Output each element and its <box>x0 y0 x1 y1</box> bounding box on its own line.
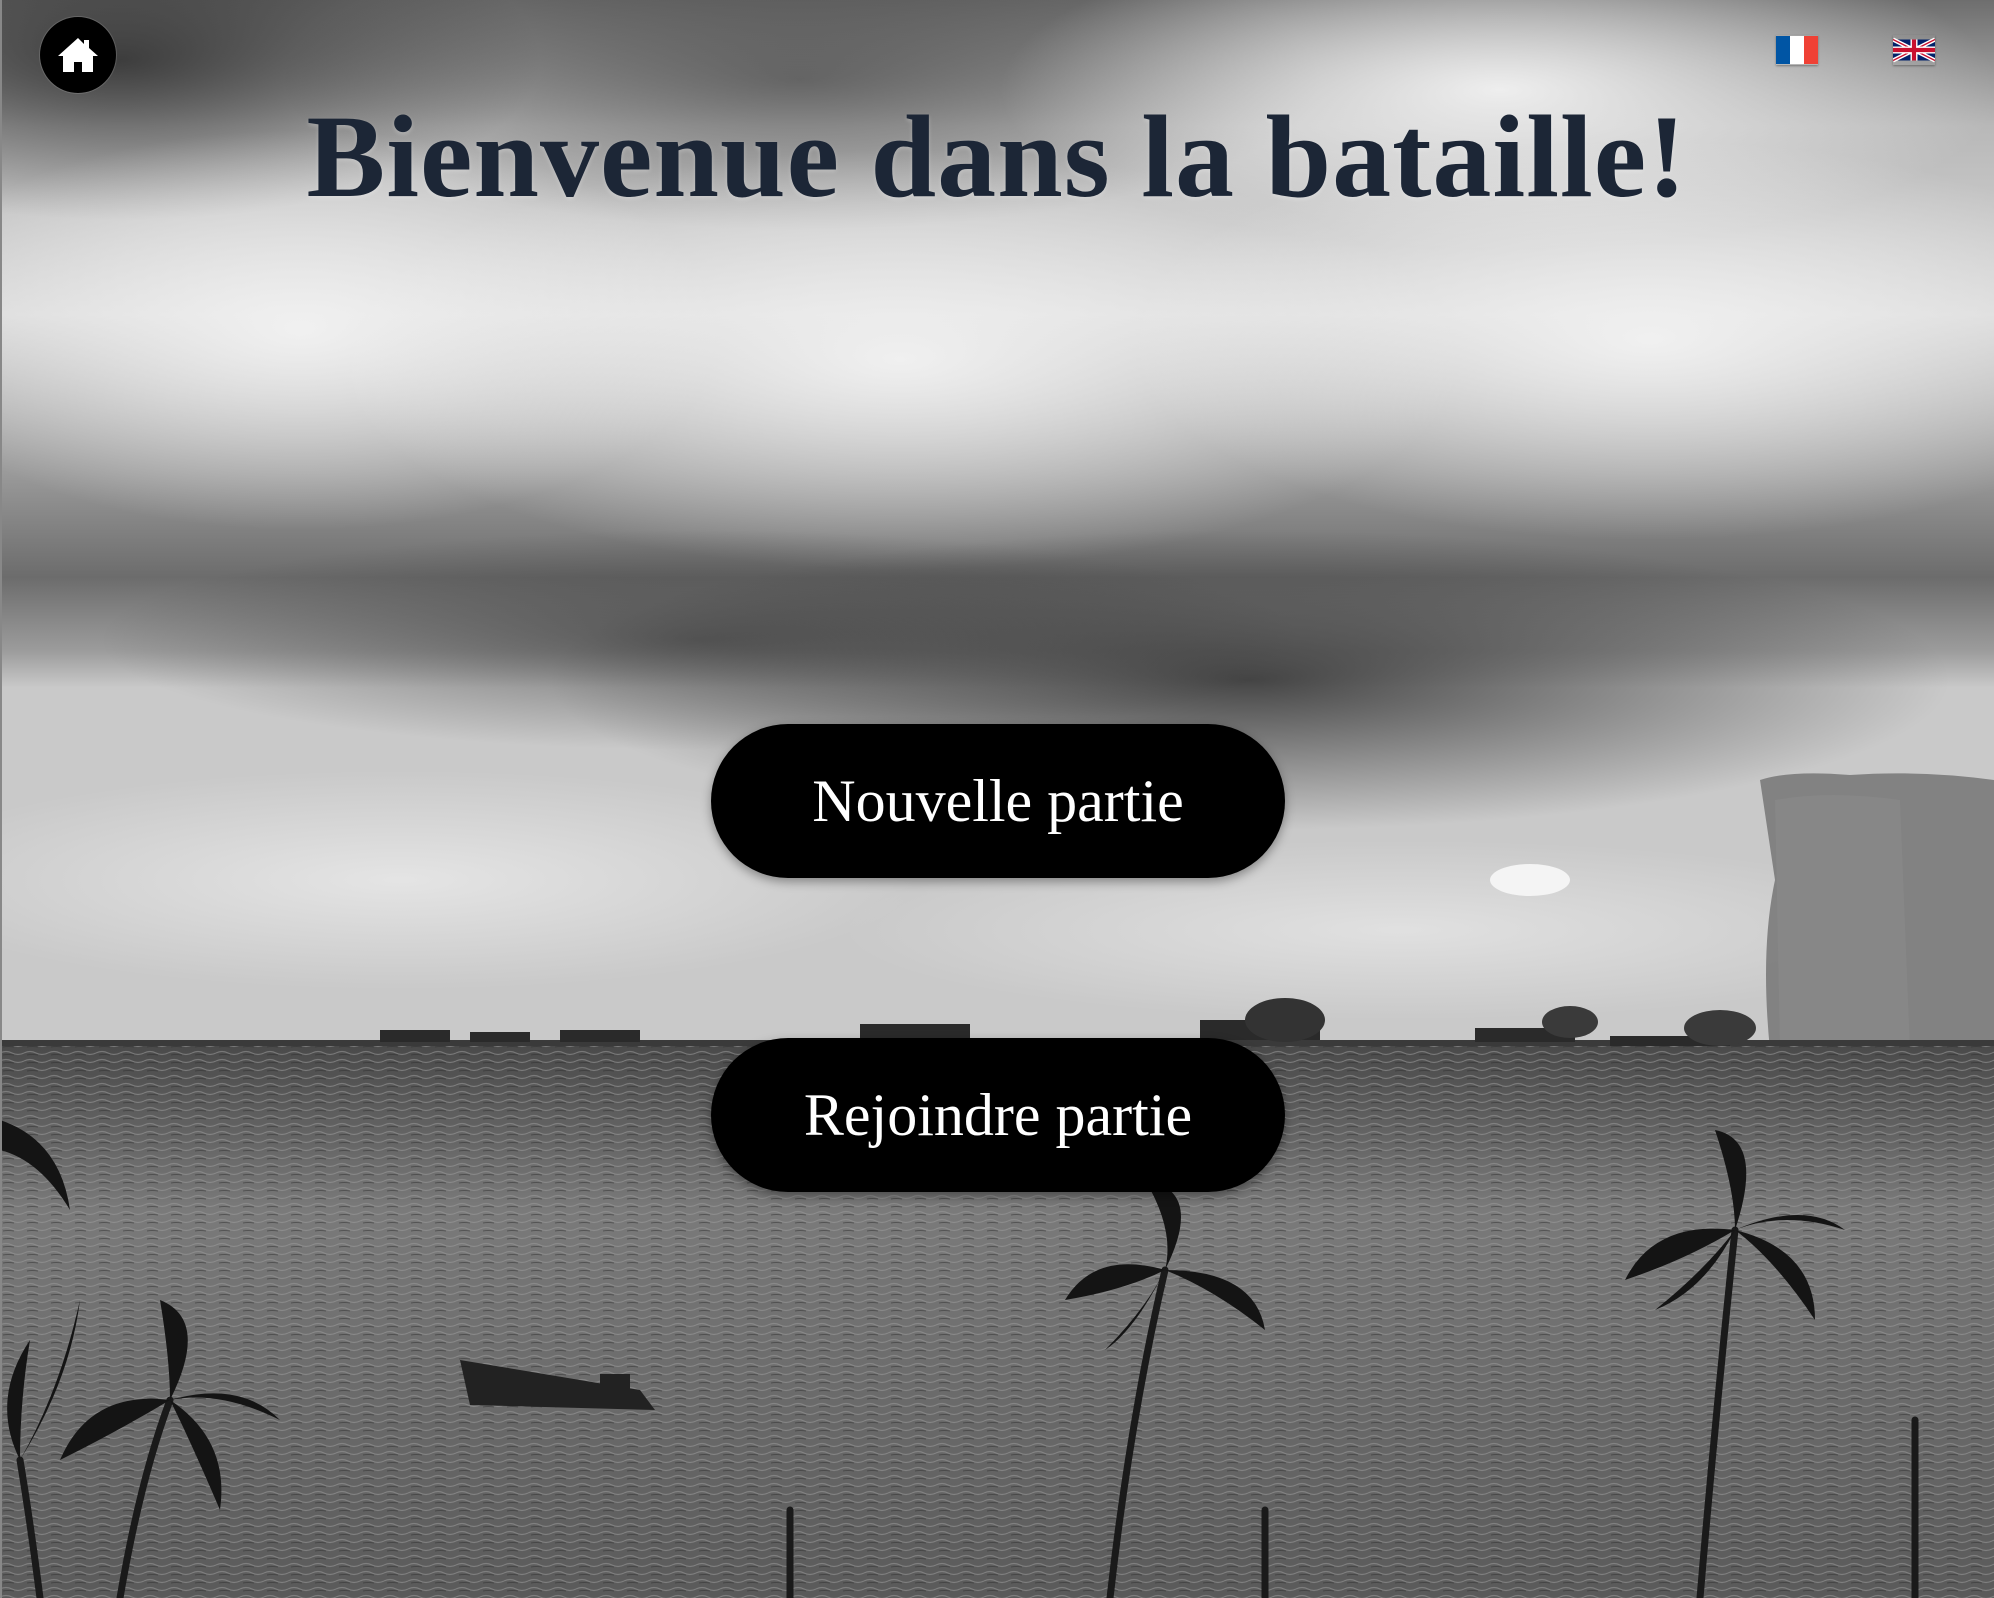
new-game-button[interactable]: Nouvelle partie <box>711 724 1285 878</box>
window-edge <box>0 0 2 1598</box>
french-flag-icon[interactable] <box>1776 35 1818 65</box>
join-game-button[interactable]: Rejoindre partie <box>711 1038 1285 1192</box>
home-button[interactable] <box>40 17 116 93</box>
uk-flag-icon[interactable] <box>1892 35 1936 65</box>
page-title: Bienvenue dans la bataille! <box>306 91 1688 222</box>
home-icon <box>58 38 98 72</box>
welcome-page: Bienvenue dans la bataille! Nouvelle par… <box>0 0 1994 1598</box>
